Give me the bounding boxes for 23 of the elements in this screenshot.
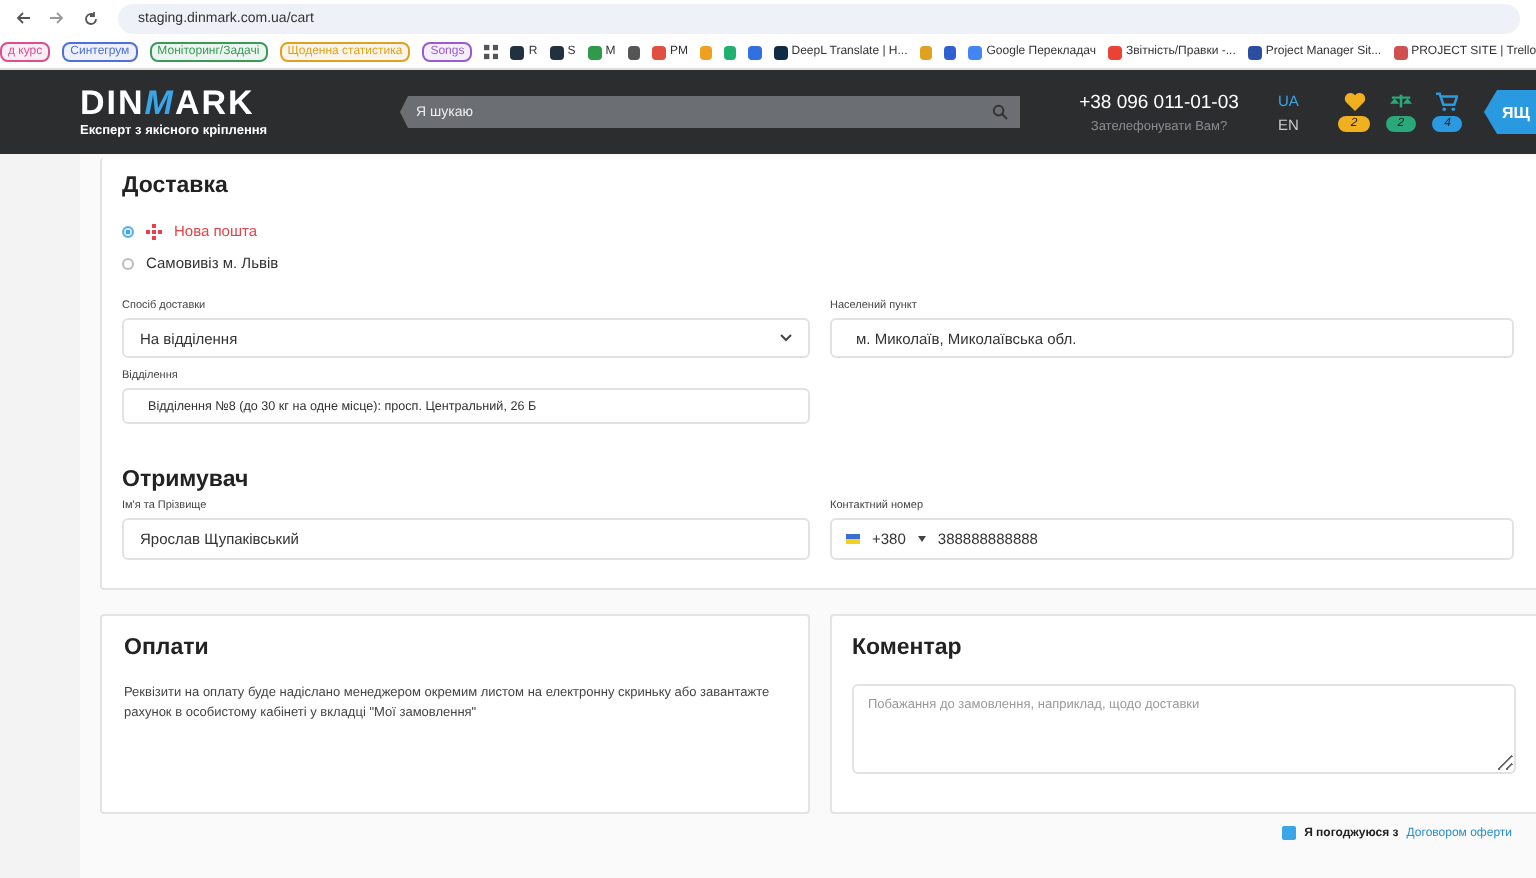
section-title: Коментар xyxy=(852,636,964,660)
checkbox[interactable] xyxy=(1282,826,1297,840)
logo[interactable]: DINMARK xyxy=(80,86,400,120)
radio-button[interactable] xyxy=(122,225,134,237)
section-title: Оплати xyxy=(124,636,211,660)
phone-number[interactable]: +38 096 011-01-03 xyxy=(1079,91,1239,113)
bookmark-icon[interactable] xyxy=(944,45,957,59)
reload-icon[interactable] xyxy=(84,11,98,25)
forward-arrow-icon[interactable] xyxy=(50,12,64,24)
bookmark-icon[interactable] xyxy=(748,45,762,59)
caret-icon xyxy=(917,536,926,542)
search-icon[interactable] xyxy=(992,104,1008,120)
flag-icon xyxy=(846,534,860,544)
apps-icon[interactable] xyxy=(484,44,499,60)
section-title: Доставка xyxy=(122,174,230,198)
scales-icon[interactable] xyxy=(1389,92,1412,112)
chevron-icon xyxy=(780,334,792,342)
cart-icon[interactable] xyxy=(1436,92,1459,112)
back-arrow-icon[interactable] xyxy=(16,12,30,24)
bookmark-icon[interactable] xyxy=(627,45,640,59)
radio-button[interactable] xyxy=(122,257,134,269)
section-title: Отримувач xyxy=(122,468,251,492)
heart-icon[interactable] xyxy=(1343,92,1366,112)
